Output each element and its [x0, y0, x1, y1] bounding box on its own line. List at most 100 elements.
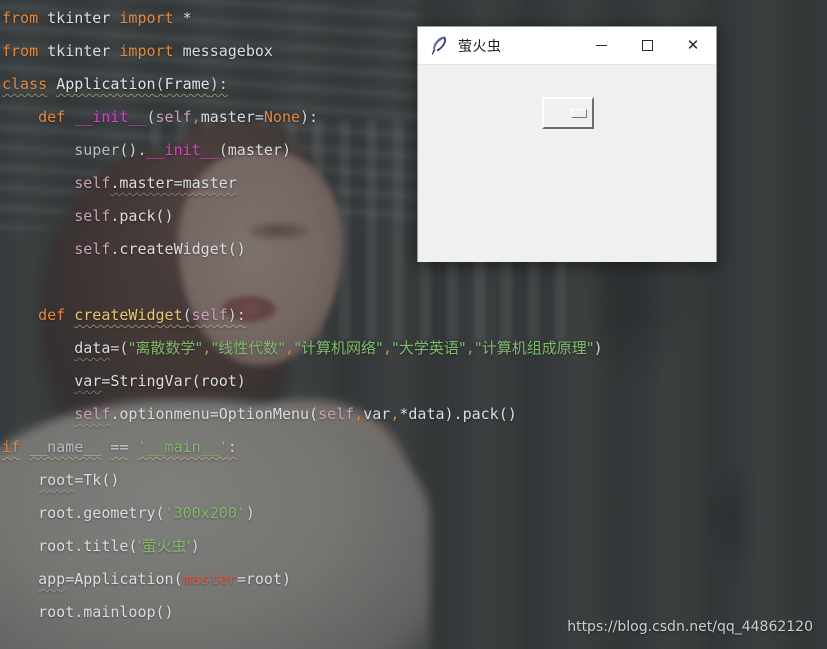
- code-token: ): [593, 339, 603, 357]
- code-token: (: [218, 141, 228, 159]
- code-token: =StringVar(root): [101, 372, 246, 390]
- code-line: root.geometry('300x200'): [2, 497, 827, 530]
- code-token: (: [182, 306, 192, 324]
- code-token: app: [38, 570, 66, 588]
- code-token: =(: [110, 339, 129, 357]
- code-line: if __name__ == '__main__':: [2, 431, 827, 464]
- code-token: '300x200': [164, 504, 246, 522]
- code-token: *: [182, 9, 192, 27]
- code-line: root.title('萤火虫'): [2, 530, 827, 563]
- code-token: ,: [354, 405, 364, 423]
- code-token: Frame: [164, 75, 210, 93]
- code-token: if: [2, 438, 21, 456]
- code-token: self: [74, 174, 111, 192]
- code-token: master: [227, 141, 282, 159]
- code-token: import: [119, 9, 174, 27]
- code-token: tkinter: [47, 9, 111, 27]
- tkinter-titlebar[interactable]: 萤火虫 ✕: [418, 27, 716, 65]
- code-token: root: [38, 471, 75, 489]
- code-token: ):: [300, 108, 319, 126]
- code-token: ().: [119, 141, 147, 159]
- code-token: "大学英语": [391, 339, 466, 357]
- code-token: __name__: [29, 438, 102, 456]
- code-line: app=Application(master=root): [2, 563, 827, 596]
- code-token: master: [200, 108, 255, 126]
- code-token: '__main__': [137, 438, 228, 456]
- code-token: root.geometry(: [38, 504, 165, 522]
- code-token: self: [74, 405, 111, 423]
- code-token: __init__: [146, 141, 219, 159]
- code-token: root.mainloop(): [38, 603, 174, 621]
- python-feather-icon: [424, 27, 454, 65]
- code-token: ,: [465, 339, 475, 357]
- minimize-icon: [595, 45, 607, 46]
- code-token: Application: [56, 75, 156, 93]
- code-token: ): [281, 141, 291, 159]
- code-token: .createWidget(): [110, 240, 246, 258]
- code-token: ):: [209, 75, 228, 93]
- tkinter-window-title: 萤火虫: [458, 38, 502, 55]
- code-token: *data).pack(): [399, 405, 517, 423]
- code-token: =: [254, 108, 264, 126]
- code-token: :: [227, 438, 237, 456]
- code-token: master: [182, 570, 237, 588]
- code-token: tkinter: [47, 42, 111, 60]
- code-token: '萤火虫': [137, 537, 191, 555]
- code-token: messagebox: [182, 42, 273, 60]
- option-menu-indicator-icon: [571, 108, 587, 118]
- maximize-button[interactable]: [624, 27, 670, 64]
- minimize-button[interactable]: [578, 27, 624, 64]
- code-token: ,: [202, 339, 212, 357]
- code-token: None: [263, 108, 301, 126]
- code-token: __init__: [74, 108, 147, 126]
- close-icon: ✕: [686, 36, 700, 54]
- close-button[interactable]: ✕: [670, 27, 716, 64]
- code-token: class: [2, 75, 48, 93]
- code-token: self: [74, 240, 111, 258]
- watermark-url: https://blog.csdn.net/qq_44862120: [567, 619, 813, 635]
- code-line: def createWidget(self):: [2, 299, 827, 332]
- option-menu-button[interactable]: [542, 97, 594, 129]
- code-token: ): [245, 504, 255, 522]
- code-token: from: [2, 9, 39, 27]
- code-token: def: [38, 108, 66, 126]
- code-token: ): [190, 537, 200, 555]
- code-token: =Application(: [65, 570, 183, 588]
- code-token: "离散数学": [128, 339, 203, 357]
- code-token: var: [363, 405, 391, 423]
- code-token: from: [2, 42, 39, 60]
- code-token: (: [146, 108, 156, 126]
- code-token: root.title(: [38, 537, 138, 555]
- code-token: "计算机网络": [294, 339, 383, 357]
- code-token: .master=master: [110, 174, 237, 192]
- code-token: var: [74, 372, 102, 390]
- maximize-icon: [641, 40, 653, 51]
- code-token: "线性代数": [211, 339, 286, 357]
- tkinter-window[interactable]: 萤火虫 ✕: [417, 26, 717, 262]
- code-token: createWidget: [74, 306, 183, 324]
- code-token: (: [155, 75, 165, 93]
- code-token: self: [155, 108, 192, 126]
- screenshot-root: from tkinter import * from tkinter import…: [0, 0, 827, 649]
- code-token: def: [38, 306, 66, 324]
- code-line: var=StringVar(root): [2, 365, 827, 398]
- code-token: =root): [236, 570, 291, 588]
- code-token: import: [119, 42, 174, 60]
